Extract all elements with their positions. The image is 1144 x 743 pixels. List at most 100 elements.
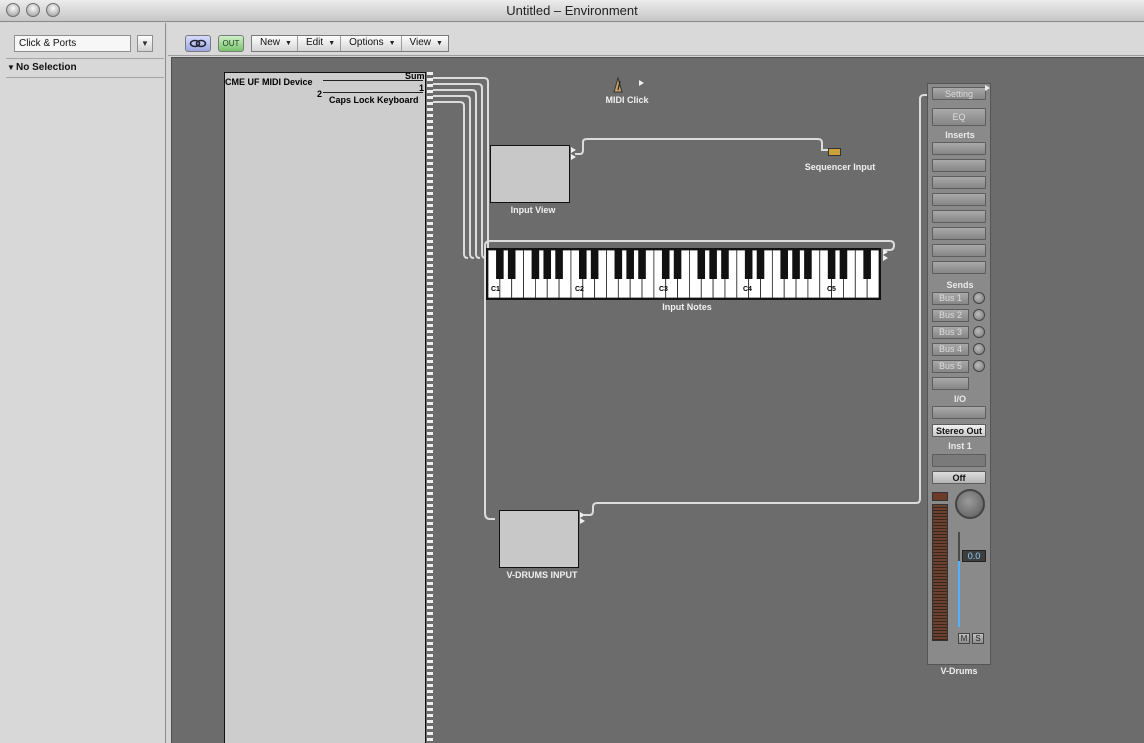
- environment-canvas[interactable]: CME UF MIDI Device Sum 1 2 Caps Lock Key…: [171, 57, 1144, 743]
- eq-label: EQ: [952, 112, 966, 122]
- divider: [6, 77, 164, 78]
- toolbar: OUT New ▼ Edit ▼ Options ▼ View ▼: [168, 23, 1144, 56]
- cable-view-to-sequencer: [575, 138, 829, 155]
- mute-button[interactable]: M: [958, 633, 970, 644]
- send-knob[interactable]: [973, 343, 985, 355]
- divider: [6, 58, 164, 59]
- black-key[interactable]: [780, 250, 788, 279]
- setting-button[interactable]: Setting: [932, 87, 986, 100]
- output-port-icon[interactable]: [580, 518, 585, 524]
- insert-slot[interactable]: [932, 227, 986, 240]
- output-port-icon[interactable]: [571, 147, 576, 153]
- vdrums-input-monitor[interactable]: [499, 510, 579, 568]
- menu-options[interactable]: Options ▼: [341, 36, 402, 51]
- send-bus-1[interactable]: Bus 1: [932, 292, 969, 305]
- black-key[interactable]: [756, 250, 765, 279]
- black-key[interactable]: [697, 250, 706, 279]
- insert-slot[interactable]: [932, 261, 986, 274]
- menu-edit[interactable]: Edit ▼: [298, 36, 342, 51]
- selection-label: No Selection: [16, 62, 77, 73]
- black-key[interactable]: [804, 250, 812, 279]
- output-port-icon[interactable]: [571, 154, 576, 160]
- menu-new[interactable]: New ▼: [252, 36, 298, 51]
- io-label: I/O: [953, 394, 966, 404]
- black-key[interactable]: [744, 250, 753, 279]
- black-key[interactable]: [579, 250, 587, 279]
- record-icon[interactable]: [932, 492, 948, 501]
- pan-knob[interactable]: [955, 489, 985, 519]
- eq-button[interactable]: EQ: [932, 108, 986, 126]
- chevron-down-icon: ▼: [285, 40, 292, 47]
- black-key[interactable]: [626, 250, 634, 279]
- black-key[interactable]: [555, 250, 563, 279]
- automation-label: Off: [952, 473, 966, 483]
- black-key[interactable]: [709, 250, 717, 279]
- input-view-label: Input View: [510, 205, 556, 215]
- output-port-icon[interactable]: [883, 255, 888, 261]
- fader-level: [958, 561, 960, 627]
- send-slot[interactable]: [932, 377, 969, 390]
- input-view-monitor[interactable]: [490, 145, 570, 203]
- link-icon: [189, 39, 207, 48]
- black-key[interactable]: [531, 250, 540, 279]
- black-key[interactable]: [638, 250, 646, 279]
- black-key[interactable]: [661, 250, 670, 279]
- port-line: [323, 80, 423, 81]
- midi-click-output-icon[interactable]: [639, 80, 644, 86]
- black-key[interactable]: [673, 250, 682, 279]
- send-bus-4[interactable]: Bus 4: [932, 343, 969, 356]
- automation-button[interactable]: Off: [932, 471, 986, 484]
- black-key[interactable]: [496, 250, 504, 279]
- physical-input-object[interactable]: CME UF MIDI Device Sum 1 2 Caps Lock Key…: [224, 71, 426, 743]
- menu-options-label: Options: [349, 37, 384, 48]
- sequencer-input-icon[interactable]: [828, 148, 841, 156]
- output-port-icon[interactable]: [985, 85, 990, 91]
- link-button[interactable]: [185, 35, 211, 52]
- black-key[interactable]: [507, 250, 516, 279]
- output-button[interactable]: Stereo Out: [932, 424, 986, 437]
- volume-readout[interactable]: 0.0: [962, 550, 986, 562]
- black-key[interactable]: [839, 250, 848, 279]
- input-slot[interactable]: [932, 406, 986, 419]
- insert-slot[interactable]: [932, 193, 986, 206]
- black-key[interactable]: [543, 250, 552, 279]
- vdrums-input-label: V-DRUMS INPUT: [506, 570, 578, 580]
- insert-slot[interactable]: [932, 176, 986, 189]
- send-knob[interactable]: [973, 326, 985, 338]
- caps-lock-keyboard-label: Caps Lock Keyboard: [329, 95, 419, 105]
- send-bus-2[interactable]: Bus 2: [932, 309, 969, 322]
- send-bus-5[interactable]: Bus 5: [932, 360, 969, 373]
- black-key[interactable]: [827, 250, 836, 279]
- insert-slot[interactable]: [932, 210, 986, 223]
- cable-vdrums-to-strip: [584, 94, 929, 516]
- sequencer-input-label: Sequencer Input: [804, 162, 876, 172]
- insert-slot[interactable]: [932, 142, 986, 155]
- metronome-icon[interactable]: [611, 77, 625, 93]
- setting-label: Setting: [944, 89, 974, 99]
- midi-out-button[interactable]: OUT: [218, 35, 244, 52]
- title-bar: Untitled – Environment: [0, 0, 1144, 22]
- channel-strip[interactable]: Setting EQ Inserts Sends Bus 1 Bus 2 Bus…: [927, 83, 991, 665]
- octave-label: C5: [827, 286, 836, 293]
- black-key[interactable]: [863, 250, 871, 279]
- channel-strip-name: V-Drums: [940, 666, 978, 676]
- menu-new-label: New: [260, 37, 281, 48]
- menu-view[interactable]: View ▼: [402, 36, 448, 51]
- insert-slot[interactable]: [932, 159, 986, 172]
- black-key[interactable]: [614, 250, 623, 279]
- solo-button[interactable]: S: [972, 633, 984, 644]
- group-slot[interactable]: [932, 454, 986, 467]
- layer-select[interactable]: Click & Ports: [14, 35, 131, 52]
- disclosure-triangle-icon[interactable]: ▼: [7, 63, 15, 72]
- send-knob[interactable]: [973, 360, 985, 372]
- layer-dropdown-arrow-icon[interactable]: ▼: [137, 35, 153, 52]
- black-key[interactable]: [590, 250, 599, 279]
- send-knob[interactable]: [973, 309, 985, 321]
- physical-input-ports[interactable]: [427, 72, 433, 743]
- send-knob[interactable]: [973, 292, 985, 304]
- send-bus-3[interactable]: Bus 3: [932, 326, 969, 339]
- black-key[interactable]: [721, 250, 729, 279]
- black-key[interactable]: [792, 250, 800, 279]
- input-notes-keyboard[interactable]: C1 C2 C3 C4 C5: [486, 248, 881, 300]
- insert-slot[interactable]: [932, 244, 986, 257]
